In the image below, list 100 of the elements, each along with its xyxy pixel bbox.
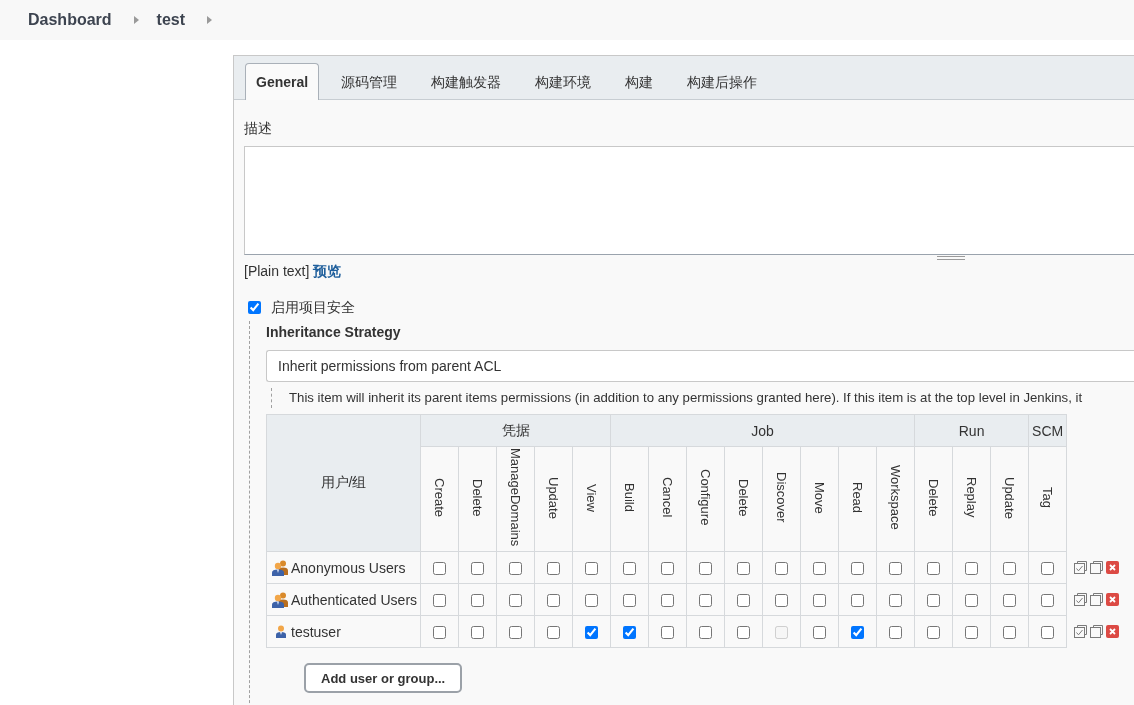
permission-header: Delete xyxy=(470,478,485,517)
chevron-icon[interactable] xyxy=(207,16,213,24)
permission-header: View xyxy=(584,483,599,512)
permission-checkbox[interactable] xyxy=(433,594,446,608)
description-field[interactable] xyxy=(244,146,1134,255)
permission-checkbox[interactable] xyxy=(1041,626,1055,640)
permission-checkbox[interactable] xyxy=(547,562,560,576)
permission-checkbox[interactable] xyxy=(433,626,446,640)
delete-icon[interactable] xyxy=(1106,561,1120,574)
permission-checkbox[interactable] xyxy=(699,626,712,640)
permission-checkbox[interactable] xyxy=(813,626,826,640)
check-squares-icon[interactable] xyxy=(1074,561,1088,574)
permission-checkbox[interactable] xyxy=(927,626,941,640)
permission-checkbox[interactable] xyxy=(965,562,979,576)
copy-icon[interactable] xyxy=(1090,561,1104,574)
section-heading: Inheritance Strategy xyxy=(266,323,402,342)
permission-checkbox[interactable] xyxy=(471,562,484,576)
user-group-icon xyxy=(272,559,289,576)
permission-checkbox[interactable] xyxy=(737,562,750,576)
permission-checkbox[interactable] xyxy=(547,626,560,640)
tab[interactable]: 源码管理 xyxy=(324,64,415,100)
permission-header: Replay xyxy=(964,477,980,518)
add-user-button[interactable]: Add user or group... xyxy=(304,663,463,693)
check-squares-icon[interactable] xyxy=(1074,593,1088,606)
breadcrumb-link[interactable]: test xyxy=(156,11,186,29)
permission-checkbox[interactable] xyxy=(851,594,864,608)
tab[interactable]: 构建后操作 xyxy=(670,64,775,100)
permission-checkbox[interactable] xyxy=(585,562,598,576)
permission-header: Build xyxy=(622,483,637,512)
permission-checkbox[interactable] xyxy=(623,562,636,576)
column-group-header: 凭据 xyxy=(420,414,611,447)
tab[interactable]: General xyxy=(245,63,320,100)
permission-header: Delete xyxy=(926,478,942,517)
user-icon xyxy=(275,625,286,638)
preview-link[interactable]: 预览 xyxy=(313,262,342,280)
permission-header: Move xyxy=(812,481,827,514)
permission-checkbox[interactable] xyxy=(851,562,864,576)
strategy-dropdown[interactable]: Inherit permissions from parent ACL xyxy=(266,350,1134,382)
permission-checkbox[interactable] xyxy=(1003,562,1017,576)
permission-checkbox[interactable] xyxy=(1003,594,1017,608)
resize-handle[interactable] xyxy=(937,256,965,260)
permission-checkbox[interactable] xyxy=(889,626,903,640)
breadcrumb-link[interactable]: Dashboard xyxy=(28,11,112,29)
security-checkbox[interactable] xyxy=(248,300,261,314)
permission-checkbox[interactable] xyxy=(699,594,712,608)
permission-checkbox[interactable] xyxy=(585,626,598,640)
permission-header: Create xyxy=(432,478,447,517)
permission-checkbox[interactable] xyxy=(889,562,903,576)
permission-checkbox[interactable] xyxy=(623,594,636,608)
permission-checkbox[interactable] xyxy=(737,626,750,640)
permission-checkbox[interactable] xyxy=(661,594,674,608)
tab[interactable]: 构建环境 xyxy=(518,64,609,100)
permission-checkbox[interactable] xyxy=(585,594,598,608)
permission-checkbox[interactable] xyxy=(509,562,522,576)
permission-checkbox[interactable] xyxy=(509,626,522,640)
permission-checkbox[interactable] xyxy=(661,626,674,640)
copy-icon[interactable] xyxy=(1090,593,1104,606)
permission-checkbox[interactable] xyxy=(699,562,712,576)
permission-checkbox[interactable] xyxy=(889,594,903,608)
copy-icon[interactable] xyxy=(1090,625,1104,638)
permission-checkbox[interactable] xyxy=(623,626,636,640)
tab[interactable]: 构建 xyxy=(608,64,671,100)
permission-checkbox[interactable] xyxy=(813,594,826,608)
column-header: 用户/组 xyxy=(266,414,421,552)
user-name: Authenticated Users xyxy=(291,591,418,608)
permission-checkbox[interactable] xyxy=(509,594,522,608)
user-name: testuser xyxy=(291,623,341,640)
permission-header: Update xyxy=(546,476,561,519)
permission-checkbox[interactable] xyxy=(661,562,674,576)
permission-checkbox[interactable] xyxy=(433,562,446,576)
permission-checkbox[interactable] xyxy=(965,594,979,608)
delete-icon[interactable] xyxy=(1106,593,1120,606)
chevron-icon[interactable] xyxy=(133,16,139,24)
permission-checkbox[interactable] xyxy=(927,562,941,576)
format-label: [Plain text] xyxy=(244,262,310,280)
check-squares-icon[interactable] xyxy=(1074,625,1088,638)
permission-header: Configure xyxy=(698,469,713,526)
permission-header: Cancel xyxy=(660,477,675,518)
permission-checkbox[interactable] xyxy=(737,594,750,608)
help-text: This item will inherit its parent items permissions (in addition to any permissions granted here). If this item is at the top level in Jenkins, it xyxy=(271,388,1134,408)
column-group-header: Job xyxy=(610,414,915,447)
field-label: 描述 xyxy=(244,119,273,138)
permission-checkbox[interactable] xyxy=(775,562,788,576)
delete-icon[interactable] xyxy=(1106,625,1120,638)
column-group-header: SCM xyxy=(1028,414,1067,447)
permission-checkbox[interactable] xyxy=(813,562,826,576)
permission-checkbox[interactable] xyxy=(1041,594,1055,608)
permission-checkbox[interactable] xyxy=(547,594,560,608)
permission-checkbox[interactable] xyxy=(1041,562,1055,576)
permission-header: Tag xyxy=(1040,487,1056,508)
permission-checkbox[interactable] xyxy=(471,594,484,608)
permission-checkbox[interactable] xyxy=(965,626,979,640)
permission-header: Workspace xyxy=(888,465,904,530)
permission-checkbox[interactable] xyxy=(927,594,941,608)
permission-header: Delete xyxy=(736,478,751,517)
permission-checkbox[interactable] xyxy=(471,626,484,640)
permission-checkbox[interactable] xyxy=(851,626,864,640)
permission-checkbox[interactable] xyxy=(1003,626,1017,640)
tab[interactable]: 构建触发器 xyxy=(414,64,519,100)
permission-checkbox[interactable] xyxy=(775,594,788,608)
